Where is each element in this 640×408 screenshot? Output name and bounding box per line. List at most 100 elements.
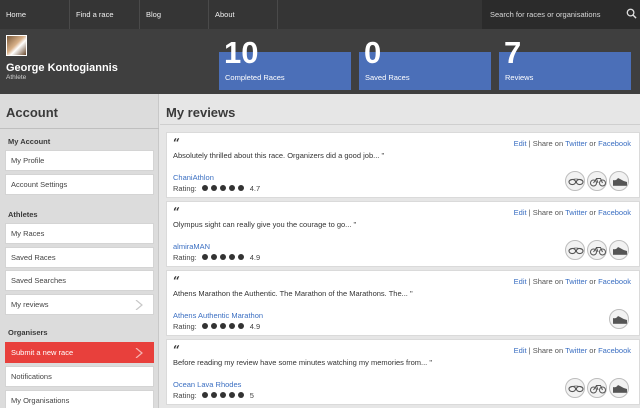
rating-dots <box>201 253 247 262</box>
rating-dot <box>201 185 208 191</box>
search-input[interactable] <box>490 6 620 22</box>
share-twitter-link[interactable]: Twitter <box>565 277 587 286</box>
or-label: or <box>589 277 596 286</box>
page-title: My reviews <box>166 105 236 120</box>
or-label: or <box>589 346 596 355</box>
share-facebook-link[interactable]: Facebook <box>598 277 631 286</box>
review-card: “Absolutely thrilled about this race. Or… <box>166 132 640 198</box>
review-card: “Olympus sight can really give you the c… <box>166 201 640 267</box>
top-nav: Home Find a race Blog About <box>0 0 640 29</box>
running-shoe-icon <box>609 378 629 398</box>
rating-dot <box>201 392 208 398</box>
divider <box>160 124 640 125</box>
review-text: Absolutely thrilled about this race. Org… <box>173 151 385 160</box>
rating-dot <box>201 254 208 260</box>
running-shoe-icon <box>609 240 629 260</box>
rating-row: Rating: 4.9 <box>173 322 260 331</box>
rating-value: 4.9 <box>249 253 261 262</box>
rating-dot <box>210 323 217 329</box>
user-role: Athlete <box>6 74 27 81</box>
sidebar-item-label: My reviews <box>11 300 49 309</box>
search-icon[interactable] <box>626 8 637 19</box>
sidebar-item-my-organisations[interactable]: My Organisations <box>5 390 154 408</box>
review-text: Before reading my review have some minut… <box>173 358 433 367</box>
account-sidebar: Account My Account My Profile Account Se… <box>0 94 159 408</box>
sidebar-title: Account <box>6 105 58 120</box>
nav-blog[interactable]: Blog <box>140 0 209 29</box>
reviewer-link[interactable]: Athens Authentic Marathon <box>173 311 263 320</box>
edit-link[interactable]: Edit <box>514 277 527 286</box>
reviewer-link[interactable]: ChaniAthlon <box>173 173 214 182</box>
rating-label: Rating: <box>173 391 197 400</box>
search-box <box>482 0 640 29</box>
rating-label: Rating: <box>173 184 197 193</box>
rating-dot <box>228 323 235 329</box>
nav-about[interactable]: About <box>209 0 278 29</box>
share-twitter-link[interactable]: Twitter <box>565 139 587 148</box>
rating-dot <box>237 254 244 260</box>
avatar[interactable] <box>6 35 27 56</box>
bike-icon <box>587 171 607 191</box>
share-label: Share on <box>532 208 564 217</box>
sidebar-item-my-races[interactable]: My Races <box>5 223 154 244</box>
sidebar-item-account-settings[interactable]: Account Settings <box>5 174 154 195</box>
share-twitter-link[interactable]: Twitter <box>565 208 587 217</box>
or-label: or <box>589 139 596 148</box>
share-facebook-link[interactable]: Facebook <box>598 208 631 217</box>
divider <box>0 128 159 129</box>
section-my-account: My Account <box>8 137 51 146</box>
stat-reviews[interactable]: 7 Reviews <box>499 37 631 90</box>
nav-find-a-race[interactable]: Find a race <box>70 0 140 29</box>
review-actions: Edit | Share on Twitter or Facebook <box>514 139 631 148</box>
reviewer-link[interactable]: almiraMAN <box>173 242 210 251</box>
quote-icon: “ <box>173 136 180 150</box>
running-shoe-icon <box>609 171 629 191</box>
review-text: Olympus sight can really give you the co… <box>173 220 357 229</box>
review-card: “Before reading my review have some minu… <box>166 339 640 405</box>
review-actions: Edit | Share on Twitter or Facebook <box>514 208 631 217</box>
sport-icons <box>607 309 629 329</box>
sidebar-item-saved-races[interactable]: Saved Races <box>5 247 154 268</box>
sidebar-item-my-reviews[interactable]: My reviews <box>5 294 154 315</box>
share-facebook-link[interactable]: Facebook <box>598 139 631 148</box>
sidebar-item-notifications[interactable]: Notifications <box>5 366 154 387</box>
share-facebook-link[interactable]: Facebook <box>598 346 631 355</box>
sidebar-item-saved-searches[interactable]: Saved Searches <box>5 270 154 291</box>
rating-value: 5 <box>249 391 254 400</box>
sidebar-item-my-profile[interactable]: My Profile <box>5 150 154 171</box>
rating-value: 4.9 <box>249 322 261 331</box>
sport-icons <box>563 378 629 398</box>
reviewer-link[interactable]: Ocean Lava Rhodes <box>173 380 241 389</box>
stat-label: Saved Races <box>365 73 410 82</box>
share-label: Share on <box>532 346 564 355</box>
rating-dot <box>219 323 226 329</box>
sidebar-item-submit-new-race[interactable]: Submit a new race <box>5 342 154 363</box>
bike-icon <box>587 240 607 260</box>
rating-dot <box>219 254 226 260</box>
nav-home[interactable]: Home <box>0 0 70 29</box>
running-shoe-icon <box>609 309 629 329</box>
profile-header: George Kontogiannis Athlete 10 Completed… <box>0 29 640 94</box>
rating-dot <box>228 185 235 191</box>
stat-label: Completed Races <box>225 73 285 82</box>
swim-goggles-icon <box>565 240 585 260</box>
stat-value: 10 <box>224 35 259 70</box>
edit-link[interactable]: Edit <box>514 208 527 217</box>
rating-dot <box>210 185 217 191</box>
stat-saved-races[interactable]: 0 Saved Races <box>359 37 491 90</box>
share-label: Share on <box>532 139 564 148</box>
share-twitter-link[interactable]: Twitter <box>565 346 587 355</box>
rating-value: 4.7 <box>249 184 261 193</box>
rating-dot <box>210 392 217 398</box>
swim-goggles-icon <box>565 378 585 398</box>
stat-completed-races[interactable]: 10 Completed Races <box>219 37 351 90</box>
rating-dot <box>228 392 235 398</box>
rating-dot <box>237 323 244 329</box>
edit-link[interactable]: Edit <box>514 346 527 355</box>
stat-label: Reviews <box>505 73 534 82</box>
rating-label: Rating: <box>173 253 197 262</box>
rating-label: Rating: <box>173 322 197 331</box>
edit-link[interactable]: Edit <box>514 139 527 148</box>
rating-dots <box>201 184 247 193</box>
quote-icon: “ <box>173 205 180 219</box>
